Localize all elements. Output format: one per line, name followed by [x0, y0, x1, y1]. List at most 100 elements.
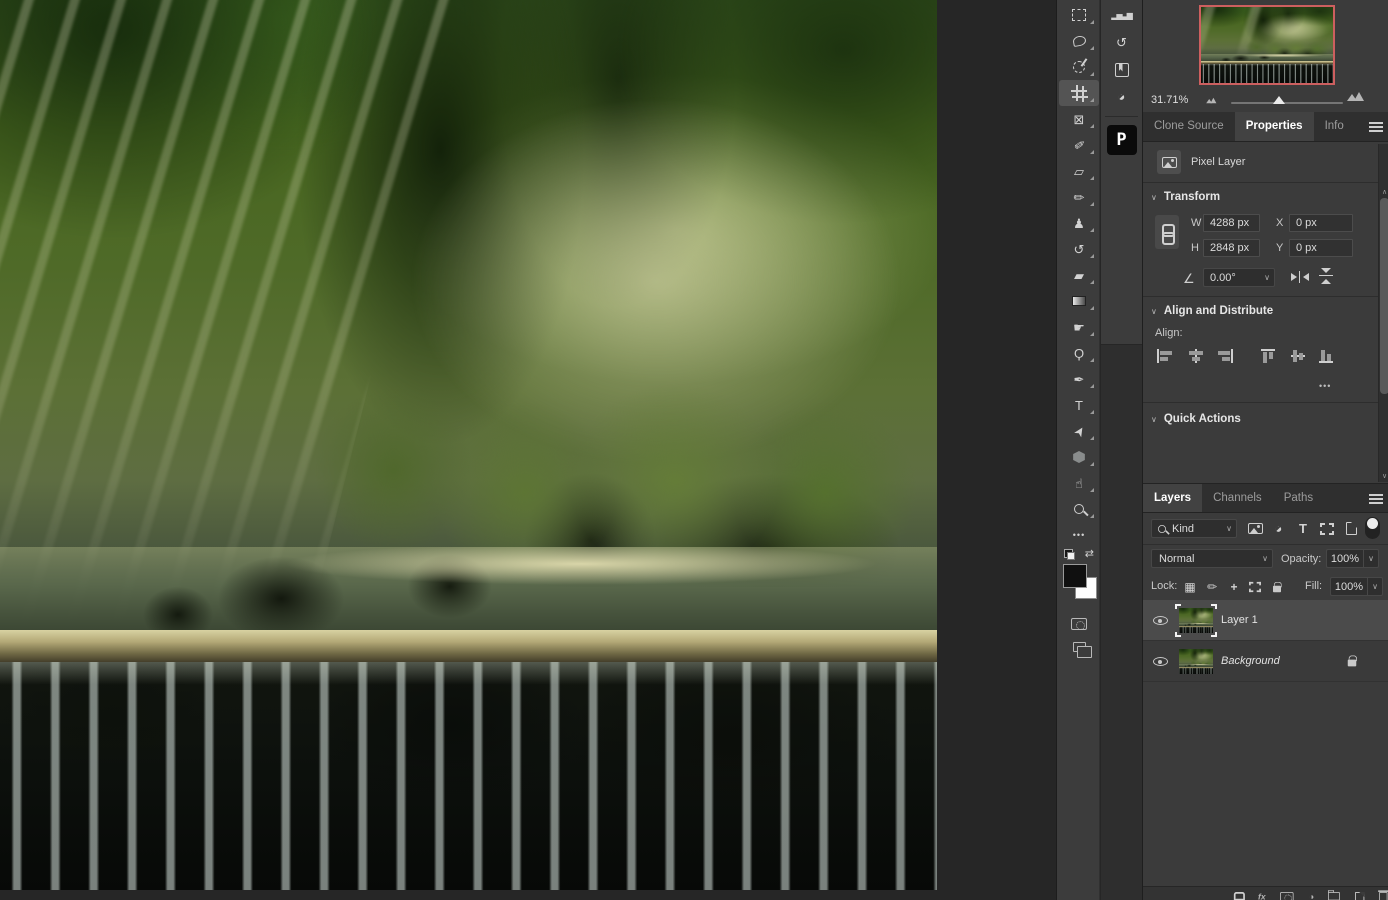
filter-smart-objects-icon[interactable]: [1341, 519, 1361, 538]
height-field[interactable]: 2848 px: [1203, 239, 1260, 257]
layer-effects-icon[interactable]: fx: [1258, 892, 1266, 900]
visibility-eye-icon[interactable]: [1153, 657, 1168, 666]
quick-mask-button[interactable]: [1071, 618, 1087, 630]
opacity-value[interactable]: 100% ∨: [1326, 549, 1379, 568]
swap-colors-icon[interactable]: ⇄: [1085, 549, 1094, 560]
document-canvas[interactable]: [0, 0, 937, 890]
align-horizontal-centers-icon[interactable]: [1187, 349, 1205, 363]
scroll-up-icon[interactable]: ∧: [1379, 188, 1388, 196]
history-panel-icon[interactable]: ↺: [1101, 29, 1142, 56]
pen-tool[interactable]: ✒: [1059, 366, 1099, 392]
filter-kind-dropdown[interactable]: Kind ∨: [1151, 519, 1237, 538]
zoom-in-icon[interactable]: [1347, 92, 1363, 101]
tab-clone-source[interactable]: Clone Source: [1143, 112, 1235, 141]
libraries-panel-icon[interactable]: [1101, 56, 1142, 83]
align-bottom-edges-icon[interactable]: [1317, 349, 1335, 363]
tab-channels[interactable]: Channels: [1202, 484, 1273, 512]
filter-type-layers-icon[interactable]: T: [1293, 519, 1313, 538]
p-logo[interactable]: P: [1107, 125, 1137, 155]
width-field[interactable]: 4288 px: [1203, 214, 1260, 232]
flip-horizontal-button[interactable]: [1291, 271, 1309, 283]
blend-mode-dropdown[interactable]: Normal ∨: [1151, 549, 1273, 568]
adjustments-panel-icon[interactable]: ◑: [1101, 83, 1142, 110]
layer-thumbnail[interactable]: [1179, 649, 1213, 674]
y-field[interactable]: 0 px: [1289, 239, 1353, 257]
new-layer-icon[interactable]: [1355, 892, 1364, 900]
path-selection-tool[interactable]: ➤: [1059, 418, 1099, 444]
shape-tool[interactable]: [1059, 444, 1099, 470]
dodge-tool[interactable]: Ϙ: [1059, 340, 1099, 366]
clone-stamp-tool[interactable]: ♟: [1059, 210, 1099, 236]
tab-properties[interactable]: Properties: [1235, 112, 1314, 141]
layer-row-layer-1[interactable]: Layer 1: [1143, 600, 1388, 641]
quick-actions-header[interactable]: ∨ Quick Actions: [1151, 413, 1241, 425]
link-layers-icon[interactable]: [1233, 892, 1243, 900]
add-layer-mask-icon[interactable]: [1280, 892, 1294, 900]
zoom-slider[interactable]: [1231, 102, 1343, 104]
rectangular-marquee-tool[interactable]: [1059, 2, 1099, 28]
layer-thumbnail[interactable]: [1179, 608, 1213, 633]
eyedropper-tool[interactable]: ✐: [1059, 132, 1099, 158]
align-header[interactable]: ∨ Align and Distribute: [1151, 305, 1273, 317]
lock-transparent-pixels-icon[interactable]: ▦: [1181, 577, 1199, 596]
flip-vertical-button[interactable]: [1319, 268, 1333, 284]
history-brush-tool[interactable]: ↺: [1059, 236, 1099, 262]
tab-info[interactable]: Info: [1314, 112, 1355, 141]
frame-tool[interactable]: ⊠: [1059, 106, 1099, 132]
zoom-out-icon[interactable]: [1206, 98, 1216, 103]
histogram-panel-icon[interactable]: ▂▅▃▆: [1101, 2, 1142, 29]
navigator-thumbnail[interactable]: [1199, 5, 1335, 85]
background-lock-icon[interactable]: [1348, 660, 1357, 667]
align-vertical-centers-icon[interactable]: [1289, 349, 1307, 363]
lock-all-icon[interactable]: [1268, 577, 1286, 596]
layer-row-background[interactable]: Background: [1143, 641, 1388, 682]
eraser-tool[interactable]: ▰: [1059, 262, 1099, 288]
lock-position-icon[interactable]: +: [1225, 577, 1243, 596]
more-tools-ellipsis[interactable]: •••: [1059, 522, 1099, 548]
rotation-combo[interactable]: 0.00° ∨: [1203, 268, 1275, 287]
filtering-toggle[interactable]: [1365, 517, 1380, 539]
filter-shape-layers-icon[interactable]: [1317, 519, 1337, 538]
link-dimensions-button[interactable]: [1155, 215, 1179, 249]
layer-name[interactable]: Layer 1: [1221, 600, 1258, 641]
lasso-tool[interactable]: [1059, 28, 1099, 54]
filter-pixel-layers-icon[interactable]: [1245, 519, 1265, 538]
smudge-tool[interactable]: ☛: [1059, 314, 1099, 340]
quick-selection-tool[interactable]: [1059, 54, 1099, 80]
align-more-options[interactable]: •••: [1319, 381, 1331, 391]
tab-paths[interactable]: Paths: [1273, 484, 1324, 512]
align-left-edges-icon[interactable]: [1157, 349, 1175, 363]
panel-menu-icon[interactable]: [1369, 122, 1383, 132]
brush-tool[interactable]: ✏: [1059, 184, 1099, 210]
hand-tool[interactable]: ☝: [1059, 470, 1099, 496]
zoom-percentage[interactable]: 31.71%: [1151, 94, 1188, 106]
crop-tool[interactable]: [1059, 80, 1099, 106]
transform-header[interactable]: ∨ Transform: [1151, 191, 1220, 203]
new-group-icon[interactable]: [1328, 892, 1340, 900]
lock-image-pixels-icon[interactable]: ✏: [1203, 577, 1221, 596]
type-tool[interactable]: T: [1059, 392, 1099, 418]
fill-value[interactable]: 100% ∨: [1330, 577, 1383, 596]
x-field[interactable]: 0 px: [1289, 214, 1353, 232]
default-colors-icon[interactable]: [1064, 549, 1075, 560]
lock-artboard-icon[interactable]: [1246, 577, 1264, 596]
align-top-edges-icon[interactable]: [1259, 349, 1277, 363]
foreground-color-swatch[interactable]: [1063, 564, 1087, 588]
spot-healing-brush-tool[interactable]: ▱: [1059, 158, 1099, 184]
filter-adjustment-layers-icon[interactable]: ◑: [1269, 519, 1289, 538]
layer-name[interactable]: Background: [1221, 641, 1280, 682]
scroll-down-icon[interactable]: ∨: [1379, 472, 1388, 480]
zoom-slider-thumb[interactable]: [1273, 96, 1285, 104]
screen-mode-button[interactable]: [1073, 642, 1086, 652]
delete-layer-icon[interactable]: [1379, 892, 1388, 900]
zoom-tool[interactable]: [1059, 496, 1099, 522]
navigator-panel: 31.71%: [1143, 0, 1388, 112]
visibility-eye-icon[interactable]: [1153, 616, 1168, 625]
tab-layers[interactable]: Layers: [1143, 484, 1202, 512]
align-right-edges-icon[interactable]: [1215, 349, 1233, 363]
properties-scrollbar[interactable]: ∧ ∨: [1378, 144, 1388, 482]
scrollbar-thumb[interactable]: [1380, 198, 1388, 394]
panel-menu-icon[interactable]: [1369, 494, 1383, 504]
gradient-tool[interactable]: [1059, 288, 1099, 314]
new-adjustment-layer-icon[interactable]: ◑: [1309, 892, 1314, 900]
